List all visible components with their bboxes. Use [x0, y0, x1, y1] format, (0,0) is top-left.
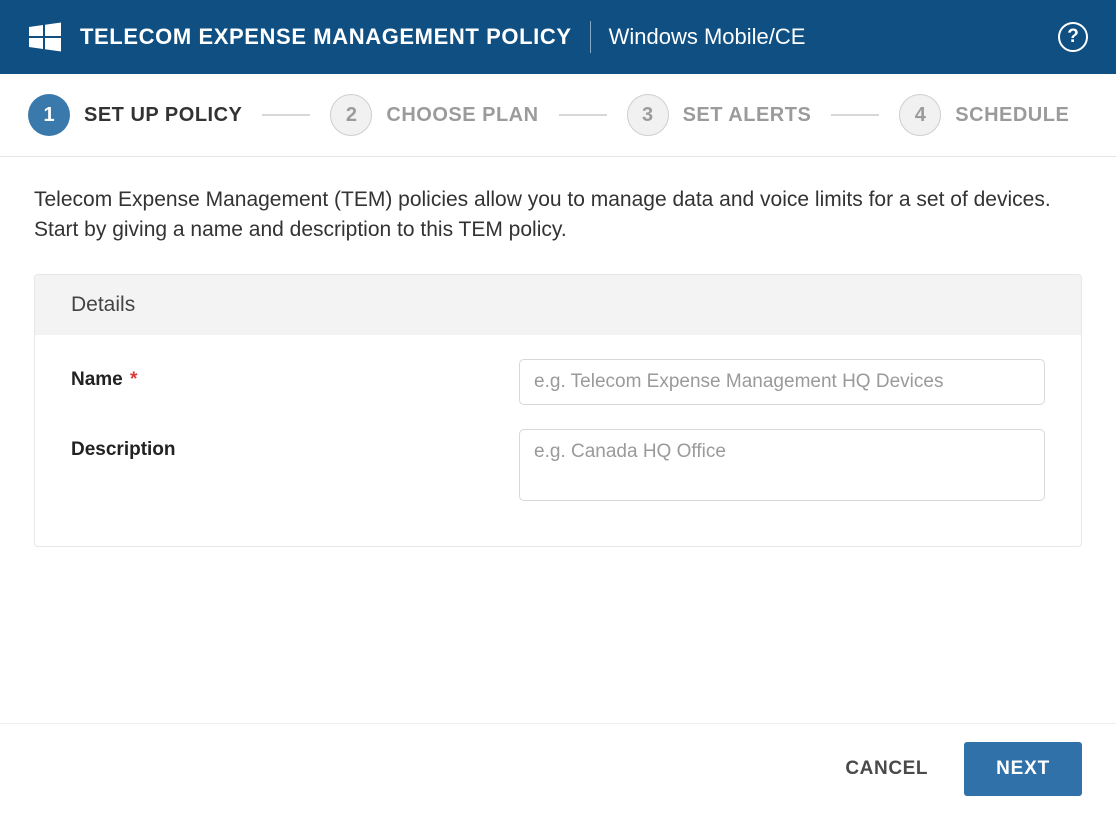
form-row-description: Description	[71, 429, 1045, 506]
step-set-up-policy[interactable]: 1 SET UP POLICY	[28, 94, 242, 136]
help-icon[interactable]: ?	[1058, 22, 1088, 52]
step-connector	[559, 114, 607, 116]
name-label: Name *	[71, 359, 519, 391]
step-number: 1	[28, 94, 70, 136]
step-number: 2	[330, 94, 372, 136]
cancel-button[interactable]: CANCEL	[837, 744, 936, 794]
description-input[interactable]	[519, 429, 1045, 501]
label-text: Name	[71, 369, 123, 390]
step-schedule[interactable]: 4 SCHEDULE	[899, 94, 1069, 136]
panel-heading: Details	[35, 275, 1081, 335]
step-number: 4	[899, 94, 941, 136]
wizard-stepper: 1 SET UP POLICY 2 CHOOSE PLAN 3 SET ALER…	[0, 74, 1116, 157]
form-row-name: Name *	[71, 359, 1045, 405]
step-connector	[831, 114, 879, 116]
step-label: SET ALERTS	[683, 104, 812, 127]
page-header: TELECOM EXPENSE MANAGEMENT POLICY Window…	[0, 0, 1116, 74]
step-label: CHOOSE PLAN	[386, 104, 538, 127]
step-connector	[262, 114, 310, 116]
panel-body: Name * Description	[35, 335, 1081, 546]
footer-actions: CANCEL NEXT	[0, 723, 1116, 814]
page-title: TELECOM EXPENSE MANAGEMENT POLICY	[80, 24, 572, 50]
header-divider	[590, 21, 591, 53]
intro-text: Telecom Expense Management (TEM) policie…	[34, 185, 1082, 246]
required-marker: *	[130, 369, 137, 390]
step-choose-plan[interactable]: 2 CHOOSE PLAN	[330, 94, 538, 136]
step-label: SET UP POLICY	[84, 104, 242, 127]
next-button[interactable]: NEXT	[964, 742, 1082, 796]
step-set-alerts[interactable]: 3 SET ALERTS	[627, 94, 812, 136]
details-panel: Details Name * Description	[34, 274, 1082, 547]
description-label: Description	[71, 429, 519, 461]
label-text: Description	[71, 439, 176, 460]
windows-logo-icon	[28, 22, 62, 52]
name-input[interactable]	[519, 359, 1045, 405]
step-number: 3	[627, 94, 669, 136]
platform-label: Windows Mobile/CE	[609, 24, 806, 50]
content-area: Telecom Expense Management (TEM) policie…	[0, 157, 1116, 723]
step-label: SCHEDULE	[955, 104, 1069, 127]
